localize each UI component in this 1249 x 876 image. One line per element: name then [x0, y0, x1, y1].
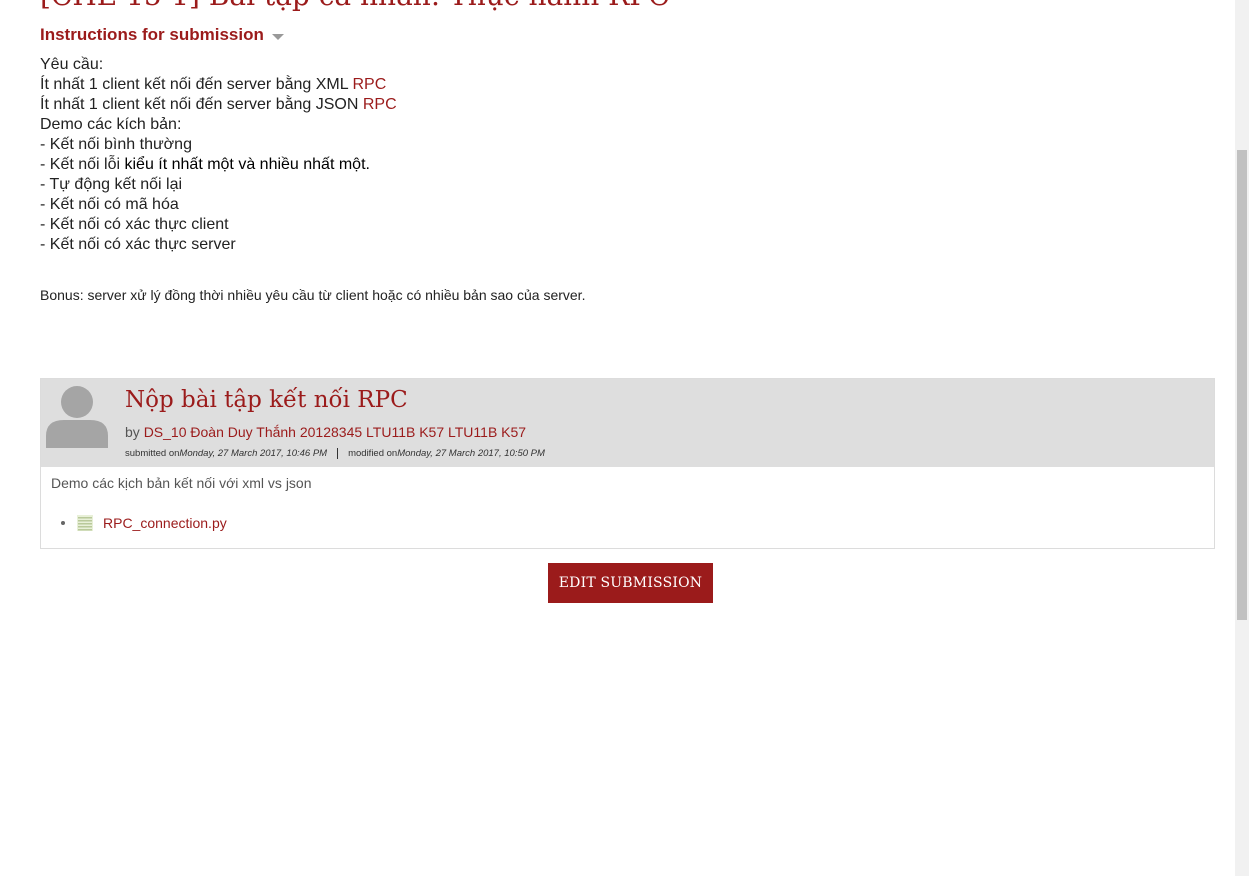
by-label: by [125, 424, 144, 440]
requirement-line: Ít nhất 1 client kết nối đến server bằng… [40, 75, 397, 95]
submitted-label: submitted on [125, 448, 180, 459]
requirement-line: Ít nhất 1 client kết nối đến server bằng… [40, 95, 397, 115]
submission-author-line: by DS_10 Đoàn Duy Thắnh 20128345 LTU11B … [125, 424, 526, 440]
page-title: [CHE 15-1] Bài tập cá nhân: Thực hành RP… [40, 0, 670, 14]
scenario-line: - Kết nối có xác thực client [40, 216, 229, 233]
instructions-toggle[interactable]: Instructions for submission [40, 25, 284, 45]
meta-divider [337, 448, 339, 459]
requirement-line: Yêu cầu: [40, 56, 104, 73]
submission-title: Nộp bài tập kết nối RPC [125, 387, 408, 413]
scenario-text: kiểu ít nhất một và nhiều nhất một. [124, 156, 370, 173]
rpc-link[interactable]: RPC [363, 96, 397, 113]
attachment-item: RPC_connection.py [61, 515, 227, 531]
scenario-line: - Kết nối bình thường [40, 136, 192, 153]
scenario-text: - Kết nối lỗi [40, 156, 125, 173]
vertical-scrollbar[interactable] [1235, 0, 1249, 876]
scenario-line: - Kết nối có xác thực server [40, 236, 236, 253]
modified-date: Monday, 27 March 2017, 10:50 PM [397, 448, 545, 459]
modified-label: modified on [348, 448, 398, 459]
submission-post: Nộp bài tập kết nối RPC by DS_10 Đoàn Du… [40, 378, 1215, 549]
submitted-date: Monday, 27 March 2017, 10:46 PM [179, 448, 328, 459]
submission-body: Demo các kịch bản kết nối với xml vs jso… [51, 475, 312, 491]
scenario-line: - Tự động kết nối lại [40, 176, 183, 193]
submission-header: Nộp bài tập kết nối RPC by DS_10 Đoàn Du… [41, 379, 1214, 467]
requirement-line: Demo các kích bản: [40, 116, 182, 133]
attachment-link[interactable]: RPC_connection.py [103, 515, 227, 531]
user-avatar-icon [46, 386, 108, 448]
scenario-line: - Kết nối có mã hóa [40, 196, 179, 213]
instructions-text: Yêu cầu: Ít nhất 1 client kết nối đến se… [40, 55, 397, 255]
bonus-text: Bonus: server xử lý đồng thời nhiều yêu … [40, 287, 586, 303]
caret-down-icon [271, 33, 284, 40]
requirement-text: Ít nhất 1 client kết nối đến server bằng… [40, 76, 353, 93]
text-file-icon [77, 515, 93, 531]
author-link[interactable]: DS_10 Đoàn Duy Thắnh 20128345 LTU11B K57… [144, 424, 526, 440]
scrollbar-thumb[interactable] [1237, 150, 1247, 620]
list-bullet [61, 521, 65, 525]
rpc-link[interactable]: RPC [352, 76, 386, 93]
instructions-heading: Instructions for submission [40, 25, 264, 44]
requirement-text: Ít nhất 1 client kết nối đến server bằng… [40, 96, 363, 113]
edit-submission-button[interactable]: EDIT SUBMISSION [548, 563, 713, 603]
scenario-line: - Kết nối lỗi kiểu ít nhất một và nhiều … [40, 155, 397, 175]
submission-meta: submitted on Monday, 27 March 2017, 10:4… [125, 448, 545, 459]
